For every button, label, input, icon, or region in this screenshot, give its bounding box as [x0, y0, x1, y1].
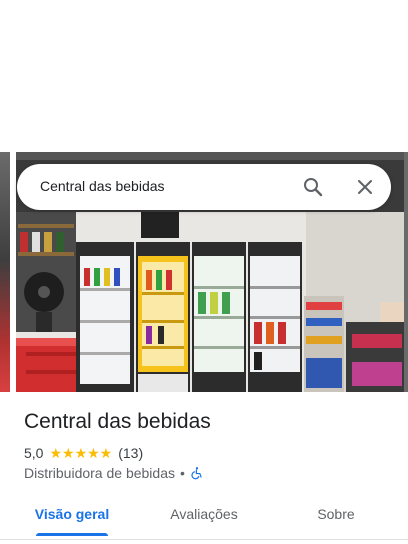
wheelchair-icon — [191, 467, 202, 480]
category-row: Distribuidora de bebidas • — [24, 464, 204, 482]
rating-value: 5,0 — [24, 445, 44, 461]
active-tab-indicator — [36, 533, 108, 536]
map-blank-area — [0, 0, 408, 152]
previous-photo-thumbnail[interactable] — [0, 152, 10, 392]
star-rating: ★★★★★ — [49, 446, 112, 460]
close-icon[interactable] — [353, 175, 377, 199]
star-icons: ★★★★★ — [49, 445, 113, 461]
search-bar[interactable]: Central das bebidas — [17, 164, 391, 210]
place-tabs: Visão geral Avaliações Sobre — [0, 496, 408, 536]
place-category[interactable]: Distribuidora de bebidas — [24, 465, 175, 481]
search-input[interactable]: Central das bebidas — [40, 178, 165, 194]
tab-about[interactable]: Sobre — [290, 506, 382, 522]
tab-reviews[interactable]: Avaliações — [156, 506, 252, 522]
next-photo-thumbnail[interactable] — [404, 152, 408, 392]
search-icon[interactable] — [301, 175, 325, 199]
review-count[interactable]: (13) — [118, 445, 143, 461]
rating-row[interactable]: 5,0 ★★★★★ (13) — [24, 444, 143, 462]
separator-dot: • — [179, 465, 185, 481]
place-title: Central das bebidas — [24, 410, 211, 433]
tabs-divider — [0, 539, 408, 540]
tab-overview[interactable]: Visão geral — [24, 506, 120, 522]
